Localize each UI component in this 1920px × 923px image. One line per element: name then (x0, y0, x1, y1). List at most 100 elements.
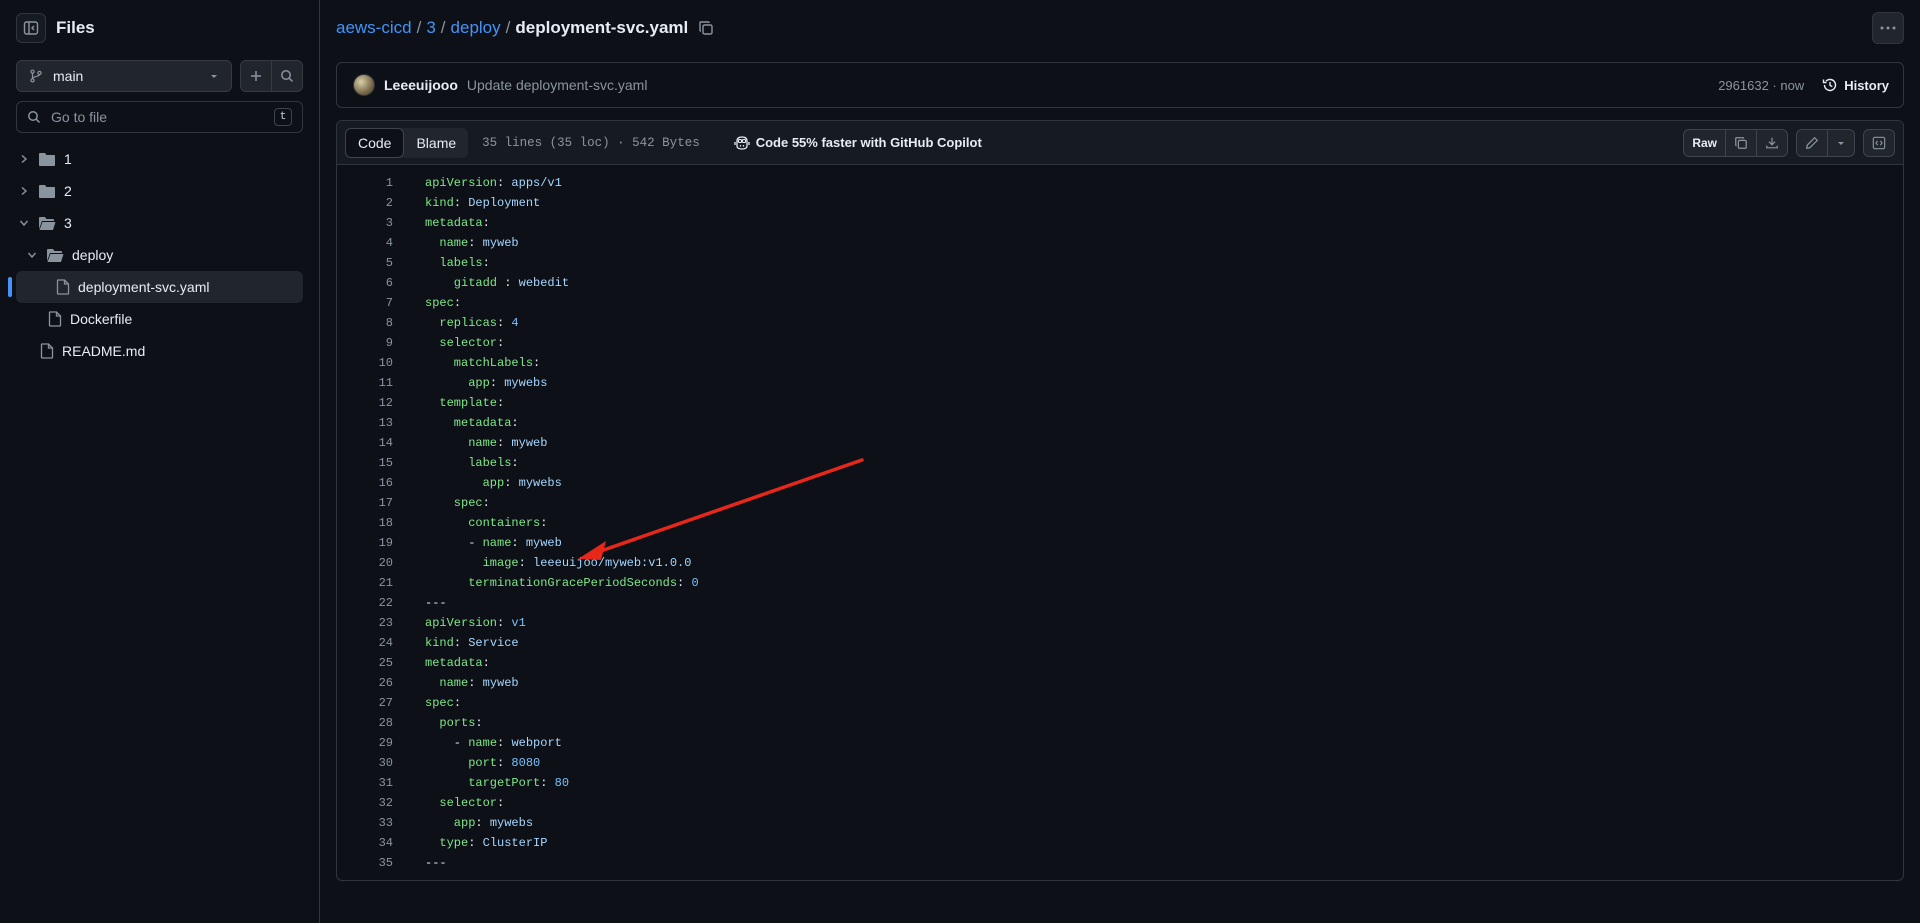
code-line-text: --- (425, 596, 447, 610)
line-number[interactable]: 27 (337, 696, 393, 710)
line-number[interactable]: 22 (337, 596, 393, 610)
raw-copy-download-group: Raw (1683, 128, 1788, 157)
line-number[interactable]: 13 (337, 416, 393, 430)
add-file-button[interactable] (241, 61, 272, 91)
line-number[interactable]: 35 (337, 856, 393, 870)
caret-down-icon (211, 75, 217, 78)
search-files-button[interactable] (272, 61, 302, 91)
chevron-right-icon[interactable] (16, 186, 32, 196)
file-meta: 35 lines (35 loc) · 542 Bytes (482, 135, 700, 150)
more-options-button[interactable] (1872, 12, 1904, 44)
code-line-text: selector: (425, 336, 505, 350)
line-number[interactable]: 5 (337, 256, 393, 270)
file-icon (40, 343, 54, 359)
line-number[interactable]: 31 (337, 776, 393, 790)
line-number[interactable]: 29 (337, 736, 393, 750)
code-line-text: kind: Deployment (425, 196, 541, 210)
line-number[interactable]: 14 (337, 436, 393, 450)
copilot-promo[interactable]: Code 55% faster with GitHub Copilot (734, 135, 982, 150)
line-number[interactable]: 9 (337, 336, 393, 350)
line-number[interactable]: 28 (337, 716, 393, 730)
line-number[interactable]: 23 (337, 616, 393, 630)
code-line-text: spec: (425, 496, 490, 510)
line-number[interactable]: 10 (337, 356, 393, 370)
line-number[interactable]: 1 (337, 176, 393, 190)
avatar[interactable] (353, 74, 375, 96)
code-line-text: metadata: (425, 656, 490, 670)
chevron-down-icon[interactable] (16, 218, 32, 228)
tree-file-dockerfile[interactable]: Dockerfile (16, 303, 303, 335)
history-button[interactable]: History (1822, 77, 1889, 93)
chevron-right-icon[interactable] (16, 154, 32, 164)
tree-folder-1[interactable]: 1 (16, 143, 303, 175)
line-number[interactable]: 18 (337, 516, 393, 530)
code-line-text: kind: Service (425, 636, 519, 650)
line-number[interactable]: 19 (337, 536, 393, 550)
line-number[interactable]: 3 (337, 216, 393, 230)
code-line: 13 metadata: (337, 413, 1903, 433)
chevron-down-icon[interactable] (24, 250, 40, 260)
line-number[interactable]: 4 (337, 236, 393, 250)
copy-icon (1735, 136, 1747, 149)
breadcrumb-repo-link[interactable]: aews-cicd (336, 18, 412, 38)
collapse-sidebar-button[interactable] (16, 13, 46, 43)
breadcrumb-deploy-link[interactable]: deploy (451, 18, 501, 38)
branch-selector[interactable]: main (16, 60, 232, 92)
line-number[interactable]: 2 (337, 196, 393, 210)
line-number[interactable]: 34 (337, 836, 393, 850)
line-number[interactable]: 6 (337, 276, 393, 290)
code-line-text: ports: (425, 716, 483, 730)
folder-open-icon (38, 216, 56, 231)
download-button[interactable] (1756, 129, 1787, 156)
line-number[interactable]: 17 (337, 496, 393, 510)
symbols-panel-button[interactable] (1864, 130, 1894, 156)
tree-item-label: 3 (64, 215, 72, 231)
breadcrumb-folder-3-link[interactable]: 3 (426, 18, 435, 38)
code-viewer[interactable]: 1 apiVersion: apps/v1 2 kind: Deployment 3 me… (337, 165, 1903, 873)
code-line: 10 matchLabels: (337, 353, 1903, 373)
code-line-text: apiVersion: apps/v1 (425, 176, 562, 190)
line-number[interactable]: 7 (337, 296, 393, 310)
commit-author[interactable]: Leeeuijooo (384, 77, 458, 93)
code-line: 29 - name: webport (337, 733, 1903, 753)
line-number[interactable]: 20 (337, 556, 393, 570)
line-number[interactable]: 16 (337, 476, 393, 490)
code-line: 9 selector: (337, 333, 1903, 353)
commit-sha-time[interactable]: 2961632 · now (1718, 78, 1804, 93)
raw-button[interactable]: Raw (1684, 130, 1725, 156)
go-to-file-input[interactable]: Go to file t (16, 101, 303, 133)
tree-item-label: deploy (72, 247, 114, 263)
sidebar-title: Files (56, 18, 95, 37)
tree-folder-2[interactable]: 2 (16, 175, 303, 207)
keyboard-shortcut-hint: t (274, 108, 292, 126)
line-number[interactable]: 33 (337, 816, 393, 830)
line-number[interactable]: 12 (337, 396, 393, 410)
tree-file-deployment-svc-yaml[interactable]: deployment-svc.yaml (8, 271, 303, 303)
line-number[interactable]: 11 (337, 376, 393, 390)
code-line-text: metadata: (425, 216, 490, 230)
tree-file-readme[interactable]: README.md (16, 335, 303, 367)
commit-message[interactable]: Update deployment-svc.yaml (467, 77, 1718, 93)
code-line: 22 --- (337, 593, 1903, 613)
code-line: 34 type: ClusterIP (337, 833, 1903, 853)
line-number[interactable]: 24 (337, 636, 393, 650)
line-number[interactable]: 30 (337, 756, 393, 770)
edit-dropdown-button[interactable] (1827, 129, 1854, 156)
code-line: 32 selector: (337, 793, 1903, 813)
line-number[interactable]: 15 (337, 456, 393, 470)
line-number[interactable]: 26 (337, 676, 393, 690)
line-number[interactable]: 8 (337, 316, 393, 330)
tree-folder-3[interactable]: 3 (16, 207, 303, 239)
copy-path-button[interactable] (698, 20, 714, 36)
line-number[interactable]: 32 (337, 796, 393, 810)
edit-file-button[interactable] (1797, 130, 1827, 156)
line-number[interactable]: 21 (337, 576, 393, 590)
code-line-text: labels: (425, 456, 519, 470)
code-line: 7 spec: (337, 293, 1903, 313)
copy-raw-button[interactable] (1725, 129, 1756, 156)
tree-folder-deploy[interactable]: deploy (16, 239, 303, 271)
copilot-icon (734, 135, 750, 150)
tab-blame[interactable]: Blame (404, 128, 468, 158)
tab-code[interactable]: Code (345, 127, 405, 158)
line-number[interactable]: 25 (337, 656, 393, 670)
